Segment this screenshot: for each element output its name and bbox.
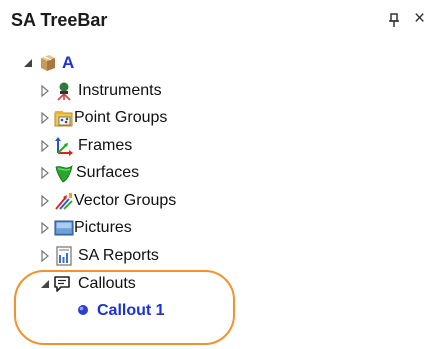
- instrument-icon: [57, 82, 71, 101]
- tree-root-label: A: [62, 53, 75, 72]
- collapsed-arrow-icon[interactable]: [38, 249, 52, 263]
- collapsed-arrow-icon[interactable]: [38, 221, 52, 235]
- tree-item-vector-groups[interactable]: Vector Groups: [0, 189, 300, 213]
- tree-item-label: Vector Groups: [74, 192, 177, 209]
- tree-item-label: Frames: [78, 137, 133, 154]
- point-groups-icon: [54, 111, 73, 127]
- report-icon: [56, 246, 72, 266]
- tree-item-sa-reports[interactable]: SA Reports: [0, 244, 300, 268]
- tree-root[interactable]: A: [0, 51, 300, 75]
- package-icon: [41, 55, 55, 71]
- frame-axes-icon: [55, 137, 73, 156]
- close-button[interactable]: ×: [414, 9, 425, 28]
- tree-item-point-groups[interactable]: Point Groups: [0, 106, 300, 130]
- collapsed-arrow-icon[interactable]: [38, 84, 52, 98]
- tree-item-label: Pictures: [74, 219, 132, 236]
- collapsed-arrow-icon[interactable]: [38, 194, 52, 208]
- panel-header: SA TreeBar ×: [0, 0, 434, 42]
- tree-item-pictures[interactable]: Pictures: [0, 216, 300, 240]
- pin-icon[interactable]: [386, 12, 402, 28]
- collapsed-arrow-icon[interactable]: [38, 139, 52, 153]
- collapsed-arrow-icon[interactable]: [38, 111, 52, 125]
- surface-icon: [55, 165, 73, 183]
- tree-item-label: Surfaces: [76, 164, 140, 181]
- collapsed-arrow-icon[interactable]: [38, 166, 52, 180]
- picture-icon: [54, 220, 74, 236]
- tree-item-label: Point Groups: [74, 109, 168, 126]
- tree-item-frames[interactable]: Frames: [0, 134, 300, 158]
- tree-item-surfaces[interactable]: Surfaces: [0, 161, 300, 185]
- tree-item-instruments[interactable]: Instruments: [0, 79, 300, 103]
- panel-title: SA TreeBar: [11, 10, 108, 30]
- expanded-arrow-icon[interactable]: [21, 56, 35, 70]
- highlight-ring: [14, 270, 235, 345]
- tree-item-label: Instruments: [78, 82, 162, 99]
- vector-groups-icon: [55, 193, 73, 210]
- tree-item-label: SA Reports: [78, 247, 159, 264]
